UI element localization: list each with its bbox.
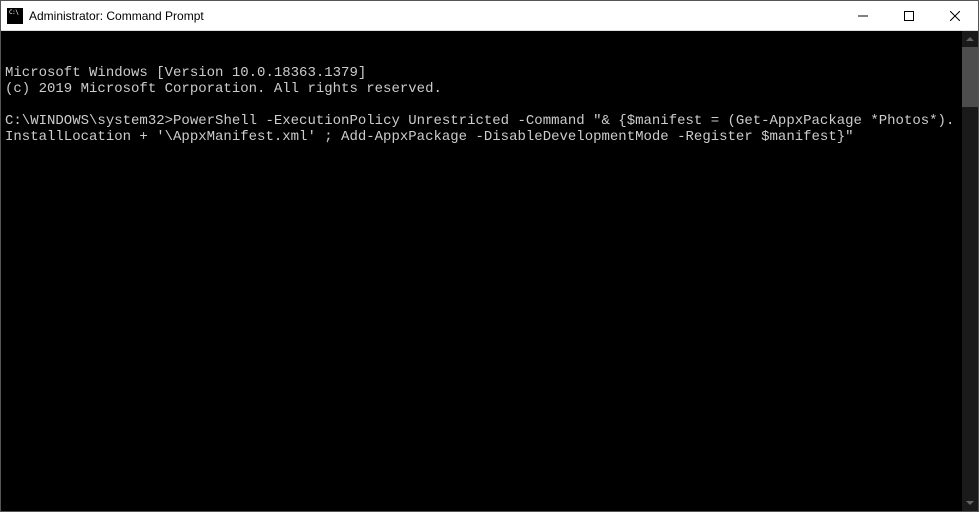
window-controls (840, 1, 978, 30)
cmd-icon: C:\ (7, 8, 23, 24)
titlebar[interactable]: C:\ Administrator: Command Prompt (1, 1, 978, 31)
terminal-content: Microsoft Windows [Version 10.0.18363.13… (5, 65, 958, 145)
terminal-area[interactable]: Microsoft Windows [Version 10.0.18363.13… (1, 31, 978, 511)
scrollbar-thumb[interactable] (962, 47, 978, 107)
chevron-down-icon (966, 501, 974, 505)
minimize-button[interactable] (840, 1, 886, 30)
window-title: Administrator: Command Prompt (29, 9, 840, 23)
close-icon (950, 11, 960, 21)
prompt-path: C:\WINDOWS\system32> (5, 113, 173, 129)
minimize-icon (858, 11, 868, 21)
cmd-icon-text: C:\ (9, 10, 18, 16)
close-button[interactable] (932, 1, 978, 30)
scrollbar-down-button[interactable] (962, 495, 978, 511)
command-prompt-window: C:\ Administrator: Command Prompt (0, 0, 979, 512)
maximize-button[interactable] (886, 1, 932, 30)
chevron-up-icon (966, 37, 974, 41)
maximize-icon (904, 11, 914, 21)
vertical-scrollbar[interactable] (962, 31, 978, 511)
copyright-line: (c) 2019 Microsoft Corporation. All righ… (5, 81, 442, 97)
scrollbar-up-button[interactable] (962, 31, 978, 47)
version-line: Microsoft Windows [Version 10.0.18363.13… (5, 65, 366, 81)
